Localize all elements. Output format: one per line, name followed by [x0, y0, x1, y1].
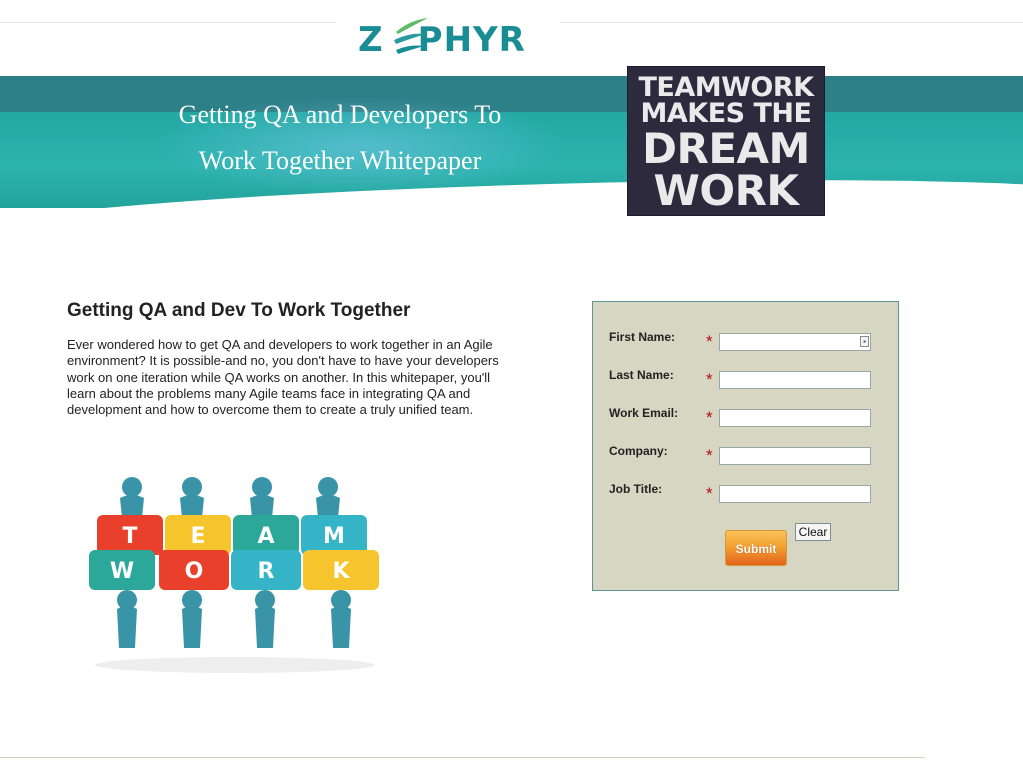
- puzzle-letter-r: R: [258, 559, 275, 584]
- first-name-label: First Name:: [609, 330, 676, 344]
- company-input[interactable]: [719, 447, 871, 465]
- hero-banner: Getting QA and Developers To Work Togeth…: [0, 76, 1023, 208]
- puzzle-letter-m: M: [323, 524, 345, 549]
- figures-top: [120, 477, 340, 518]
- last-name-required-star: *: [706, 370, 713, 389]
- intro-paragraph: Ever wondered how to get QA and develope…: [67, 337, 499, 418]
- work-email-input[interactable]: [719, 409, 871, 427]
- footer-divider: [0, 757, 925, 758]
- clear-button[interactable]: Clear: [795, 523, 831, 541]
- teamwork-poster-image: TEAMWORK MAKES THE DREAM WORK: [627, 66, 825, 216]
- work-email-label: Work Email:: [609, 406, 679, 420]
- banner-title-line2: Work Together Whitepaper: [198, 146, 482, 175]
- header-logo-area: Z PHYR: [0, 0, 1023, 70]
- logo-divider-right: [560, 22, 1023, 23]
- puzzle-letter-a: A: [257, 524, 274, 549]
- job-title-required-star: *: [706, 484, 713, 503]
- submit-button[interactable]: Submit: [725, 530, 787, 566]
- autofill-icon[interactable]: ▪: [860, 336, 869, 347]
- first-name-input[interactable]: [719, 333, 871, 351]
- puzzle-letter-k: K: [332, 559, 350, 584]
- logo-text-suffix: PHYR: [417, 20, 526, 60]
- first-name-required-star: *: [706, 332, 713, 351]
- job-title-input[interactable]: [719, 485, 871, 503]
- logo-divider-left: [0, 22, 335, 23]
- puzzle-letter-e: E: [190, 524, 205, 549]
- company-required-star: *: [706, 446, 713, 465]
- banner-title: Getting QA and Developers To Work Togeth…: [110, 92, 570, 184]
- registration-form: First Name: * ▪ Last Name: * Work Email:…: [592, 301, 899, 591]
- section-heading: Getting QA and Dev To Work Together: [67, 300, 411, 321]
- last-name-label: Last Name:: [609, 368, 674, 382]
- teamwork-puzzle-illustration: T E A M W O R K: [89, 477, 379, 673]
- banner-title-line1: Getting QA and Developers To: [178, 100, 502, 129]
- zephyr-logo[interactable]: Z PHYR: [358, 20, 526, 60]
- logo-text-prefix: Z: [358, 20, 384, 60]
- poster-line4: WORK: [653, 166, 799, 215]
- work-email-required-star: *: [706, 408, 713, 427]
- company-label: Company:: [609, 444, 668, 458]
- puzzle-letter-o: O: [185, 559, 204, 584]
- puzzle-letter-t: T: [122, 524, 137, 549]
- puzzle-letter-w: W: [110, 559, 134, 584]
- job-title-label: Job Title:: [609, 482, 663, 496]
- logo-wave-icon: [394, 18, 428, 54]
- figures-bottom: [117, 590, 351, 648]
- last-name-input[interactable]: [719, 371, 871, 389]
